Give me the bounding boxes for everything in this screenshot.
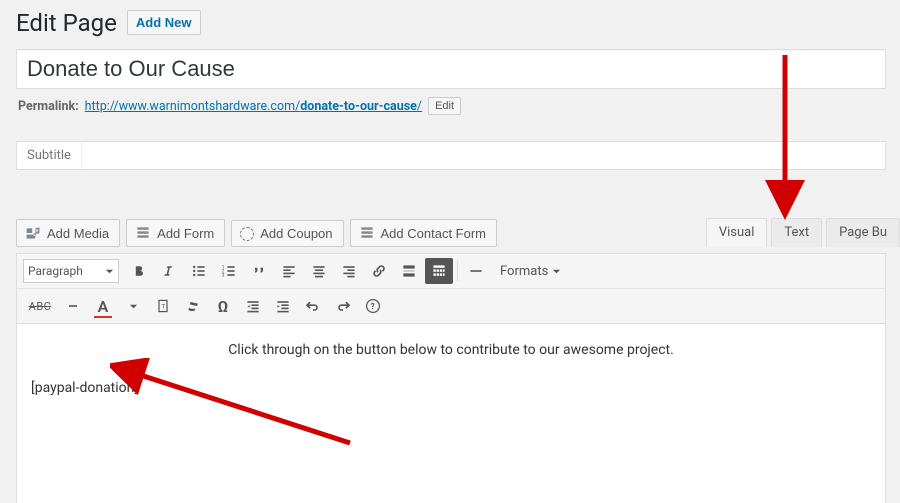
chevron-down-icon	[105, 267, 114, 276]
align-right-button[interactable]	[335, 258, 363, 284]
link-button[interactable]	[365, 258, 393, 284]
permalink-link[interactable]: http://www.warnimontshardware.com/donate…	[85, 99, 422, 114]
hr-button[interactable]	[462, 258, 490, 284]
toolbar-toggle-button[interactable]	[425, 258, 453, 284]
keyboard-help-button[interactable]: ?	[359, 293, 387, 319]
outdent-button[interactable]	[239, 293, 267, 319]
special-character-button[interactable]: Ω	[209, 293, 237, 319]
subtitle-label: Subtitle	[17, 142, 81, 169]
subtitle-input[interactable]	[81, 142, 885, 169]
clear-formatting-button[interactable]	[179, 293, 207, 319]
editor-toolbar: Paragraph 123 Formats	[16, 253, 886, 324]
blockquote-button[interactable]	[245, 258, 273, 284]
content-line-1: Click through on the button below to con…	[31, 342, 871, 358]
svg-text:T: T	[161, 302, 165, 310]
formats-menu[interactable]: Formats	[492, 264, 569, 279]
svg-text:3: 3	[222, 273, 225, 279]
tab-page-builder[interactable]: Page Bu	[826, 218, 900, 247]
paste-text-button[interactable]: T	[149, 293, 177, 319]
text-color-button[interactable]: A	[89, 293, 117, 319]
permalink-edit-button[interactable]: Edit	[428, 97, 461, 115]
undo-button[interactable]	[299, 293, 327, 319]
align-left-button[interactable]	[275, 258, 303, 284]
text-color-picker[interactable]	[119, 293, 147, 319]
editor-content[interactable]: Click through on the button below to con…	[16, 324, 886, 503]
indent-button[interactable]	[269, 293, 297, 319]
chevron-down-icon	[129, 302, 138, 311]
permalink-row: Permalink: http://www.warnimontshardware…	[18, 97, 898, 115]
add-new-button[interactable]: Add New	[127, 10, 201, 35]
permalink-label: Permalink:	[18, 99, 79, 114]
read-more-button[interactable]	[395, 258, 423, 284]
form-icon	[359, 225, 375, 241]
page-heading: Edit Page	[16, 11, 117, 35]
camera-music-icon	[25, 225, 41, 241]
tab-text[interactable]: Text	[771, 218, 822, 247]
hr-short-button[interactable]	[59, 293, 87, 319]
add-coupon-button[interactable]: Add Coupon	[231, 220, 343, 247]
numbered-list-button[interactable]: 123	[215, 258, 243, 284]
italic-button[interactable]	[155, 258, 183, 284]
bold-button[interactable]	[125, 258, 153, 284]
coupon-icon	[240, 227, 254, 241]
add-form-button[interactable]: Add Form	[126, 219, 225, 247]
post-title-input[interactable]	[16, 49, 886, 89]
add-media-button[interactable]: Add Media	[16, 219, 120, 247]
add-contact-form-button[interactable]: Add Contact Form	[350, 219, 498, 247]
content-line-2: [paypal-donation]	[31, 380, 871, 396]
chevron-down-icon	[552, 267, 561, 276]
align-center-button[interactable]	[305, 258, 333, 284]
strikethrough-button[interactable]: ABC	[23, 293, 57, 319]
redo-button[interactable]	[329, 293, 357, 319]
form-icon	[135, 225, 151, 241]
tab-visual[interactable]: Visual	[706, 218, 768, 247]
paragraph-select[interactable]: Paragraph	[23, 259, 119, 283]
bullet-list-button[interactable]	[185, 258, 213, 284]
svg-text:?: ?	[371, 302, 375, 311]
